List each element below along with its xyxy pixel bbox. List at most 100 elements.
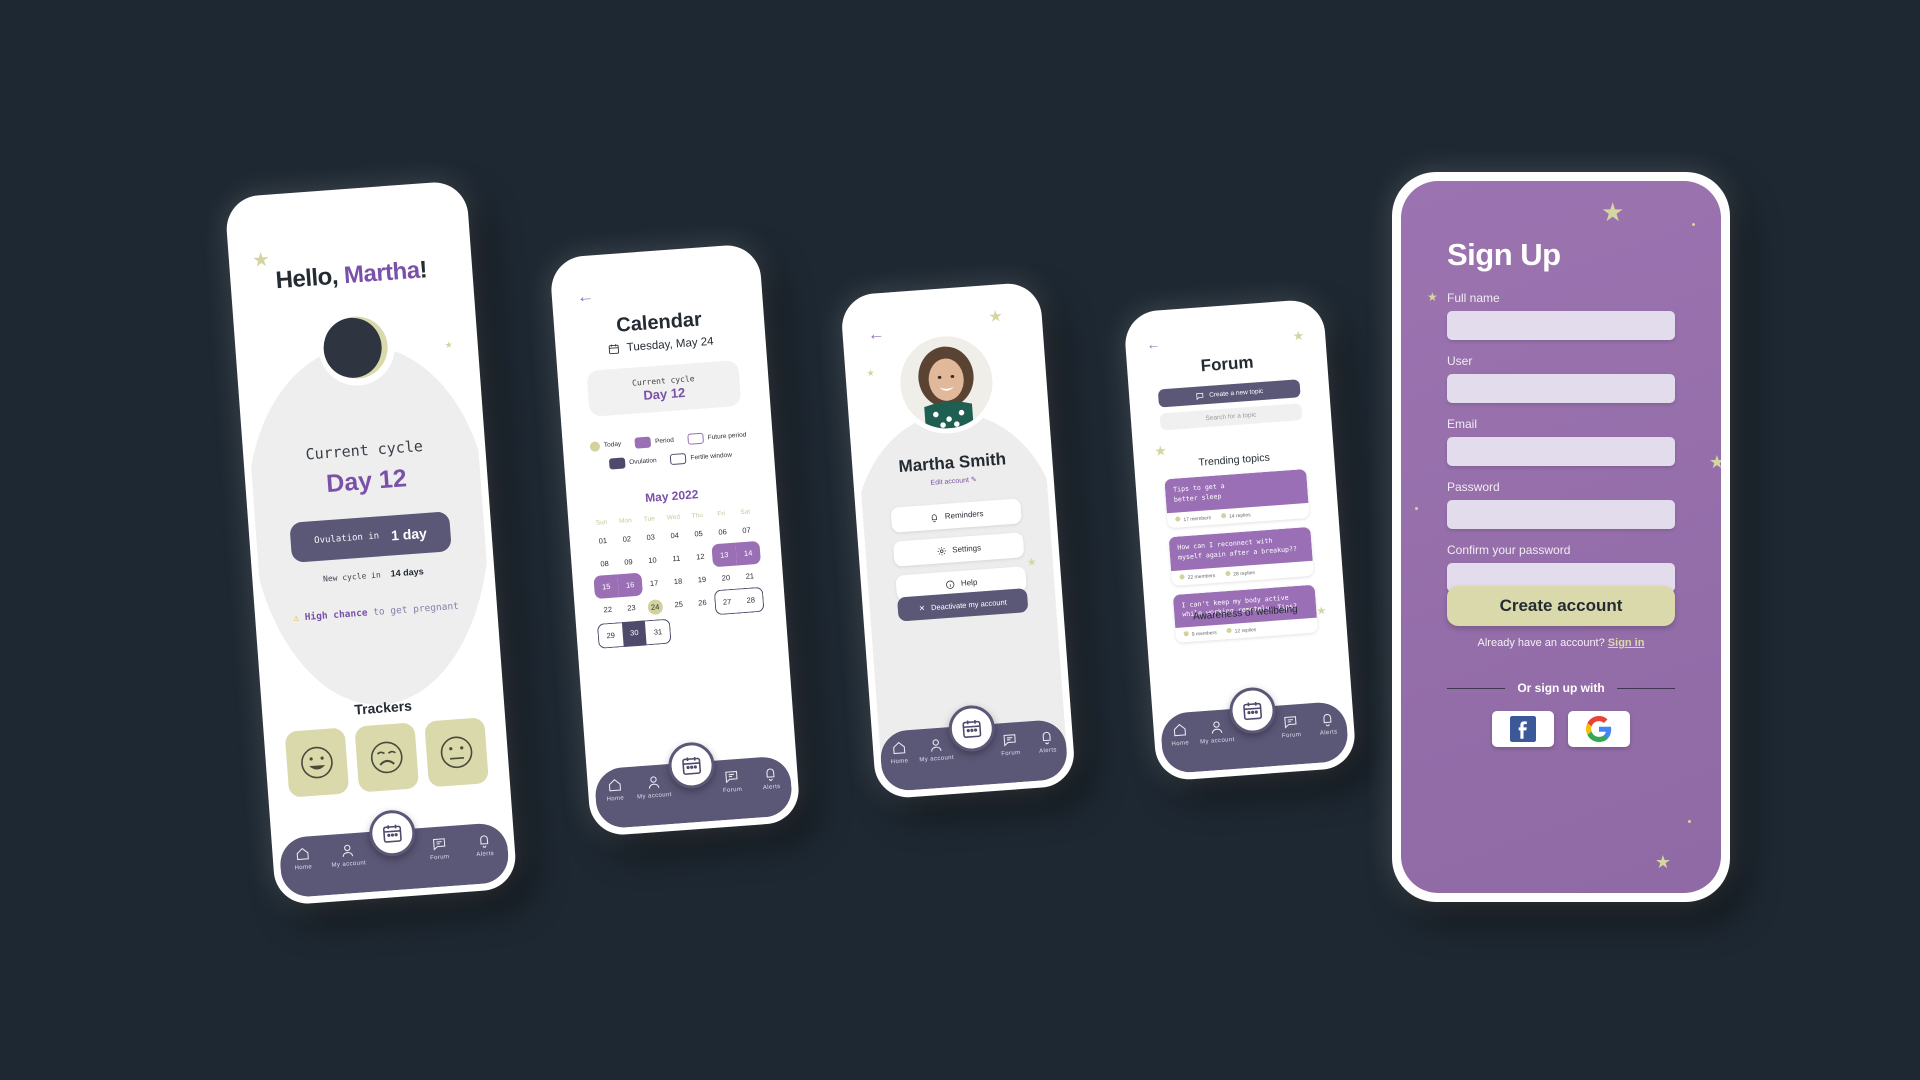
calendar-day-cell[interactable]: 15 <box>593 574 620 600</box>
calendar-day-cell[interactable]: 06 <box>710 520 736 545</box>
neutral-face-tracker[interactable] <box>424 717 489 788</box>
calendar-icon[interactable] <box>666 740 717 791</box>
back-arrow-icon[interactable]: ← <box>576 286 594 307</box>
calendar-day-cell[interactable]: 05 <box>686 521 712 546</box>
calendar-day-cell[interactable]: 23 <box>619 596 644 623</box>
calendar-day-cell[interactable]: 16 <box>617 572 643 598</box>
phone-home: ★ ★ ★ Hello, Martha! Current cycle Day 1… <box>224 180 518 906</box>
calendar-day-cell[interactable]: 21 <box>737 564 763 589</box>
calendar-day-cell[interactable]: 20 <box>713 566 739 591</box>
star-decoration-icon: ★ <box>987 308 1004 327</box>
sidebar-item-alerts[interactable]: Alerts <box>461 831 508 859</box>
sidebar-item-home[interactable]: Home <box>879 739 918 767</box>
field-label-confirm-your-password: Confirm your password <box>1447 543 1571 557</box>
calendar-day-cell[interactable]: 24 <box>642 594 667 621</box>
search-input[interactable]: Search for a topic <box>1159 403 1303 431</box>
happy-face-tracker[interactable] <box>284 727 350 798</box>
star-decoration-icon: ★ <box>1654 852 1671 872</box>
calendar-day-label: 17 <box>649 578 659 588</box>
sign-in-link[interactable]: Sign in <box>1608 637 1645 649</box>
divider-line <box>1447 687 1506 689</box>
star-decoration-icon: ★ <box>1708 452 1721 472</box>
sidebar-item-alerts[interactable]: Alerts <box>751 764 792 792</box>
sad-face-tracker[interactable] <box>354 722 420 793</box>
have-account-text: Already have an account? <box>1477 637 1608 649</box>
create-account-button[interactable]: Create account <box>1447 586 1675 626</box>
topic-replies: 12 replies <box>1226 626 1257 635</box>
calendar-day-label: 04 <box>670 530 680 541</box>
calendar-day-cell[interactable]: 03 <box>638 525 664 550</box>
calendar-day-cell[interactable]: 26 <box>690 590 715 617</box>
sidebar-item-forum[interactable]: Forum <box>991 730 1030 758</box>
sidebar-item-alerts[interactable]: Alerts <box>1028 728 1067 756</box>
sidebar-item-home[interactable]: Home <box>1160 721 1199 749</box>
calendar-day-cell[interactable]: 19 <box>689 567 715 592</box>
sidebar-item-home[interactable]: Home <box>279 844 326 872</box>
google-icon[interactable] <box>1568 711 1630 747</box>
field-input-password[interactable] <box>1447 500 1675 529</box>
calendar-icon[interactable] <box>367 808 417 858</box>
legend-swatch-today <box>589 440 601 452</box>
settings-button[interactable]: Settings <box>892 532 1025 567</box>
field-label-full-name: Full name <box>1447 291 1500 305</box>
sidebar-item-forum[interactable]: Forum <box>712 767 753 795</box>
form-field-group: User <box>1447 354 1675 403</box>
sidebar-item-my-account[interactable]: My account <box>325 841 372 869</box>
calendar-day-cell[interactable]: 07 <box>734 518 760 543</box>
calendar-day-label: 15 <box>601 581 611 592</box>
ovulation-value: 1 day <box>390 524 428 544</box>
greeting-suffix: ! <box>418 256 428 284</box>
sidebar-item-forum[interactable]: Forum <box>415 834 462 862</box>
calendar-day-cell[interactable]: 31 <box>645 618 672 646</box>
legend-item-future-period: Future period <box>687 430 747 445</box>
phone-profile: ← ★ ★ ★ Martha Smith Edit account ✎ Remi… <box>839 281 1077 800</box>
calendar-day-cell[interactable]: 22 <box>595 597 620 624</box>
list-item[interactable]: How can I reconnect with myself again af… <box>1168 526 1314 586</box>
or-divider: Or sign up with <box>1447 681 1676 695</box>
forum-screen: ← ★ ★ ★ Forum Create a new topic Search … <box>1130 305 1350 775</box>
calendar-day-cell[interactable]: 02 <box>614 527 640 552</box>
facebook-icon[interactable] <box>1492 711 1554 747</box>
calendar-day-cell[interactable]: 04 <box>662 523 688 548</box>
calendar-day-cell[interactable]: 17 <box>641 571 667 596</box>
sidebar-item-alerts[interactable]: Alerts <box>1309 710 1348 738</box>
calendar-day-cell[interactable]: 09 <box>616 550 642 575</box>
settings-label: Settings <box>951 543 982 555</box>
field-input-full-name[interactable] <box>1447 311 1675 340</box>
create-topic-button[interactable]: Create a new topic <box>1157 379 1301 408</box>
sidebar-item-forum[interactable]: Forum <box>1271 712 1310 740</box>
field-label-password: Password <box>1447 480 1500 494</box>
calendar-day-cell[interactable]: 28 <box>738 586 765 614</box>
calendar-day-cell[interactable]: 13 <box>711 542 738 568</box>
sidebar-item-my-account[interactable]: My account <box>917 736 956 764</box>
field-input-user[interactable] <box>1447 374 1675 403</box>
field-input-email[interactable] <box>1447 437 1675 466</box>
calendar-day-cell[interactable]: 10 <box>640 548 666 573</box>
info-icon <box>945 580 955 589</box>
list-item[interactable]: Tips to get a better sleep 17 members 14 r… <box>1164 468 1310 529</box>
calendar-day-label: 21 <box>745 571 755 581</box>
phone-signup: ★ ★ ★ ★ Sign Up Full name User Email Passwo… <box>1392 172 1730 902</box>
calendar-day-cell[interactable]: 01 <box>590 528 616 553</box>
calendar-day-cell[interactable]: 29 <box>596 622 624 649</box>
calendar-day-cell[interactable]: 08 <box>592 551 618 576</box>
calendar-legend: Today Period Future period Ovulation Fer… <box>589 429 756 479</box>
calendar-day-cell[interactable]: 12 <box>687 544 713 569</box>
sidebar-item-home[interactable]: Home <box>594 776 635 804</box>
calendar-day-cell[interactable]: 18 <box>665 569 691 594</box>
page-title: Hello, Martha! <box>237 253 466 298</box>
back-arrow-icon[interactable]: ← <box>867 324 885 345</box>
calendar-day-cell[interactable]: 25 <box>666 592 691 619</box>
calendar-day-cell[interactable]: 27 <box>713 588 740 616</box>
sidebar-item-my-account[interactable]: My account <box>633 773 674 801</box>
form-field-group: Email <box>1447 417 1675 466</box>
nav-label-forum: Forum <box>429 854 450 862</box>
calendar-icon[interactable] <box>1227 685 1278 736</box>
back-arrow-icon[interactable]: ← <box>1146 335 1161 352</box>
calendar-day-cell[interactable]: 14 <box>735 540 761 566</box>
calendar-day-label: 05 <box>694 528 704 539</box>
legend-item-fertile-window: Fertile window <box>670 450 732 466</box>
calendar-day-cell[interactable]: 11 <box>664 546 690 571</box>
calendar-day-cell[interactable]: 30 <box>621 620 648 648</box>
sidebar-item-my-account[interactable]: My account <box>1197 718 1236 746</box>
